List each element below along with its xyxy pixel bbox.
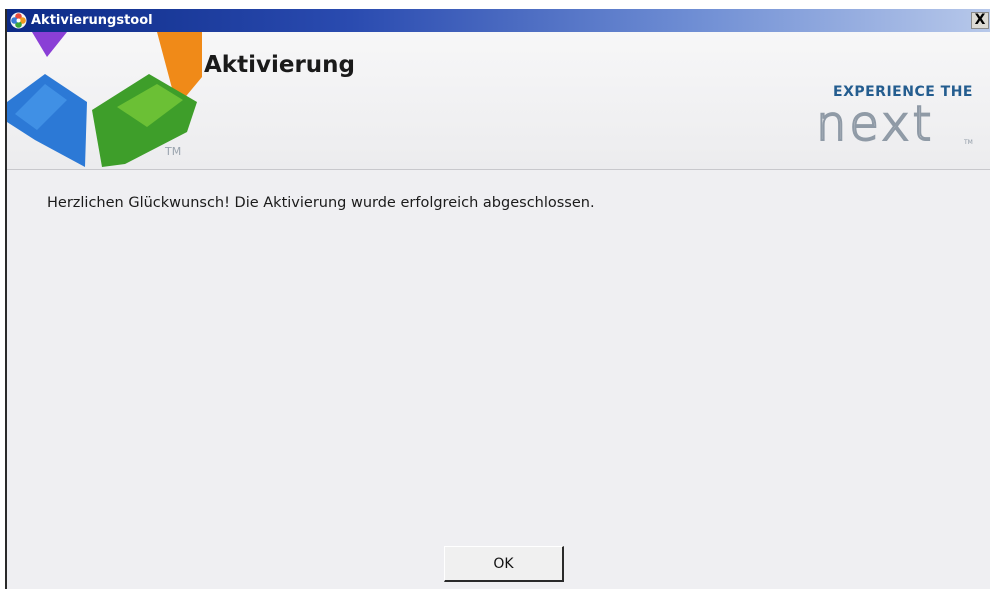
brand-word: next — [816, 104, 934, 146]
dialog-window: Aktivierungstool X TM Aktivierung EXPERI… — [5, 9, 990, 589]
brand-trademark: TM — [963, 139, 973, 146]
brand-tagline: EXPERIENCE THE — [833, 84, 973, 100]
header-banner: TM Aktivierung EXPERIENCE THE next TM — [7, 32, 990, 170]
success-message: Herzlichen Glückwunsch! Die Aktivierung … — [47, 195, 595, 211]
app-icon — [10, 12, 27, 29]
title-bar[interactable]: Aktivierungstool X — [7, 9, 990, 32]
logo-trademark: TM — [165, 145, 182, 158]
ok-button[interactable]: OK — [444, 546, 564, 582]
window-title: Aktivierungstool — [31, 13, 153, 28]
close-button[interactable]: X — [971, 12, 989, 29]
page-title: Aktivierung — [204, 52, 356, 78]
next-brand-logo: next TM — [816, 104, 973, 146]
